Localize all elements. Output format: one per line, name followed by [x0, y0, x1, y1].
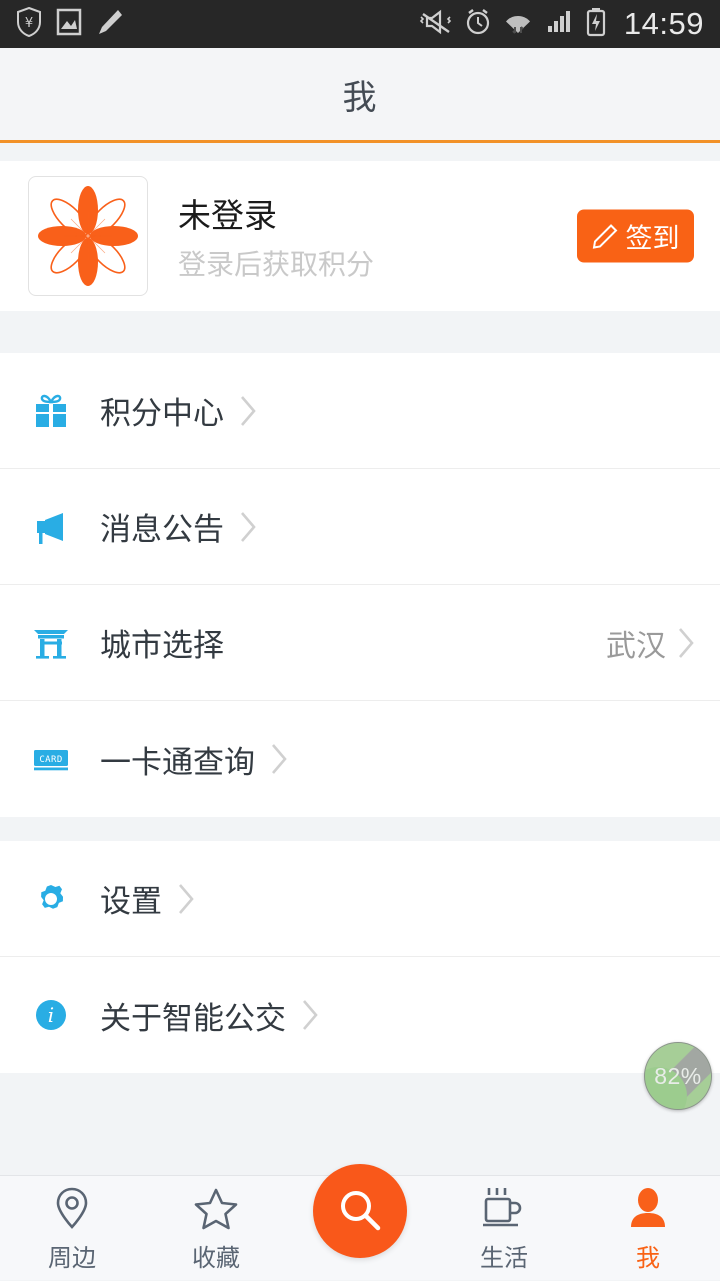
pencil-icon — [96, 7, 124, 42]
menu-item-label: 关于智能公交 — [100, 1000, 286, 1036]
svg-text:¥: ¥ — [25, 16, 33, 31]
tab-me[interactable]: 我 — [576, 1176, 720, 1281]
person-icon — [631, 1187, 665, 1227]
shield-yuan-icon: ¥ — [16, 6, 42, 42]
card-icon: CARD — [24, 737, 78, 781]
tab-nearby[interactable]: 周边 — [0, 1176, 144, 1281]
sign-in-button[interactable]: 签到 — [577, 209, 694, 263]
location-pin-icon — [56, 1187, 88, 1229]
section-gap-1 — [0, 311, 720, 353]
tab-label: 生活 — [480, 1244, 528, 1272]
gift-icon — [24, 389, 78, 433]
info-icon: i — [24, 993, 78, 1037]
profile-card[interactable]: 未登录 登录后获取积分 签到 — [0, 161, 720, 311]
profile-name: 未登录 — [178, 197, 277, 234]
search-icon — [341, 1191, 381, 1231]
menu-item-announcements[interactable]: 消息公告 — [0, 469, 720, 585]
avatar[interactable] — [28, 176, 148, 296]
chevron-right-icon — [676, 626, 696, 660]
menu-group-1: 积分中心 消息公告 城市选择 武汉 CARD 一卡通查询 — [0, 353, 720, 817]
menu-item-label: 积分中心 — [100, 396, 224, 431]
coffee-cup-icon — [483, 1187, 522, 1226]
bottom-navigation: 周边 收藏 生活 我 — [0, 1164, 720, 1281]
page-title: 我 — [342, 78, 378, 117]
menu-item-label: 一卡通查询 — [100, 744, 255, 780]
menu-item-city-select[interactable]: 城市选择 武汉 — [0, 585, 720, 701]
tab-life[interactable]: 生活 — [432, 1176, 576, 1281]
header-gap — [0, 143, 720, 161]
photo-icon — [56, 7, 82, 42]
svg-text:i: i — [48, 1003, 54, 1027]
section-gap-2 — [0, 817, 720, 841]
status-bar-clock: 14:59 — [623, 6, 704, 41]
vibrate-mute-icon — [419, 8, 453, 41]
tab-label: 我 — [636, 1244, 660, 1272]
chevron-right-icon — [300, 998, 320, 1032]
search-fab-button[interactable] — [313, 1164, 407, 1258]
tab-favorites[interactable]: 收藏 — [144, 1176, 288, 1281]
star-icon — [194, 1188, 238, 1229]
status-bar-right-icons: 14:59 — [419, 6, 704, 42]
menu-item-card-query[interactable]: CARD 一卡通查询 — [0, 701, 720, 817]
status-bar-left-icons: ¥ — [16, 6, 124, 42]
chevron-right-icon — [238, 394, 258, 428]
memory-usage-percent: 82% — [654, 1062, 702, 1089]
chevron-right-icon — [176, 882, 196, 916]
page-header: 我 — [0, 48, 720, 143]
flower-logo — [38, 186, 138, 286]
menu-item-label: 城市选择 — [100, 628, 224, 663]
menu-group-2: 设置 i 关于智能公交 — [0, 841, 720, 1073]
chevron-right-icon — [238, 510, 258, 544]
pencil-icon — [592, 223, 617, 249]
status-bar: ¥ 14:59 — [0, 0, 720, 48]
chevron-right-icon — [269, 742, 289, 776]
menu-item-label: 消息公告 — [100, 512, 224, 547]
torii-gate-icon — [24, 621, 78, 665]
sign-in-label: 签到 — [625, 223, 680, 254]
gear-icon — [24, 877, 78, 921]
memory-usage-widget[interactable]: 82% — [644, 1042, 712, 1110]
wifi-icon — [503, 7, 533, 42]
menu-item-settings[interactable]: 设置 — [0, 841, 720, 957]
menu-item-label: 设置 — [100, 884, 162, 919]
battery-charging-icon — [585, 7, 607, 42]
profile-subtitle: 登录后获取积分 — [178, 249, 375, 280]
menu-item-points-center[interactable]: 积分中心 — [0, 353, 720, 469]
tab-label: 收藏 — [192, 1244, 240, 1272]
menu-item-about[interactable]: i 关于智能公交 — [0, 957, 720, 1073]
tab-label: 周边 — [48, 1244, 96, 1272]
signal-icon — [544, 8, 574, 41]
svg-text:CARD: CARD — [39, 755, 62, 765]
profile-text: 未登录 登录后获取积分 — [178, 189, 374, 283]
megaphone-icon — [24, 505, 78, 549]
menu-item-value-city: 武汉 — [606, 629, 666, 663]
alarm-clock-icon — [464, 7, 492, 42]
